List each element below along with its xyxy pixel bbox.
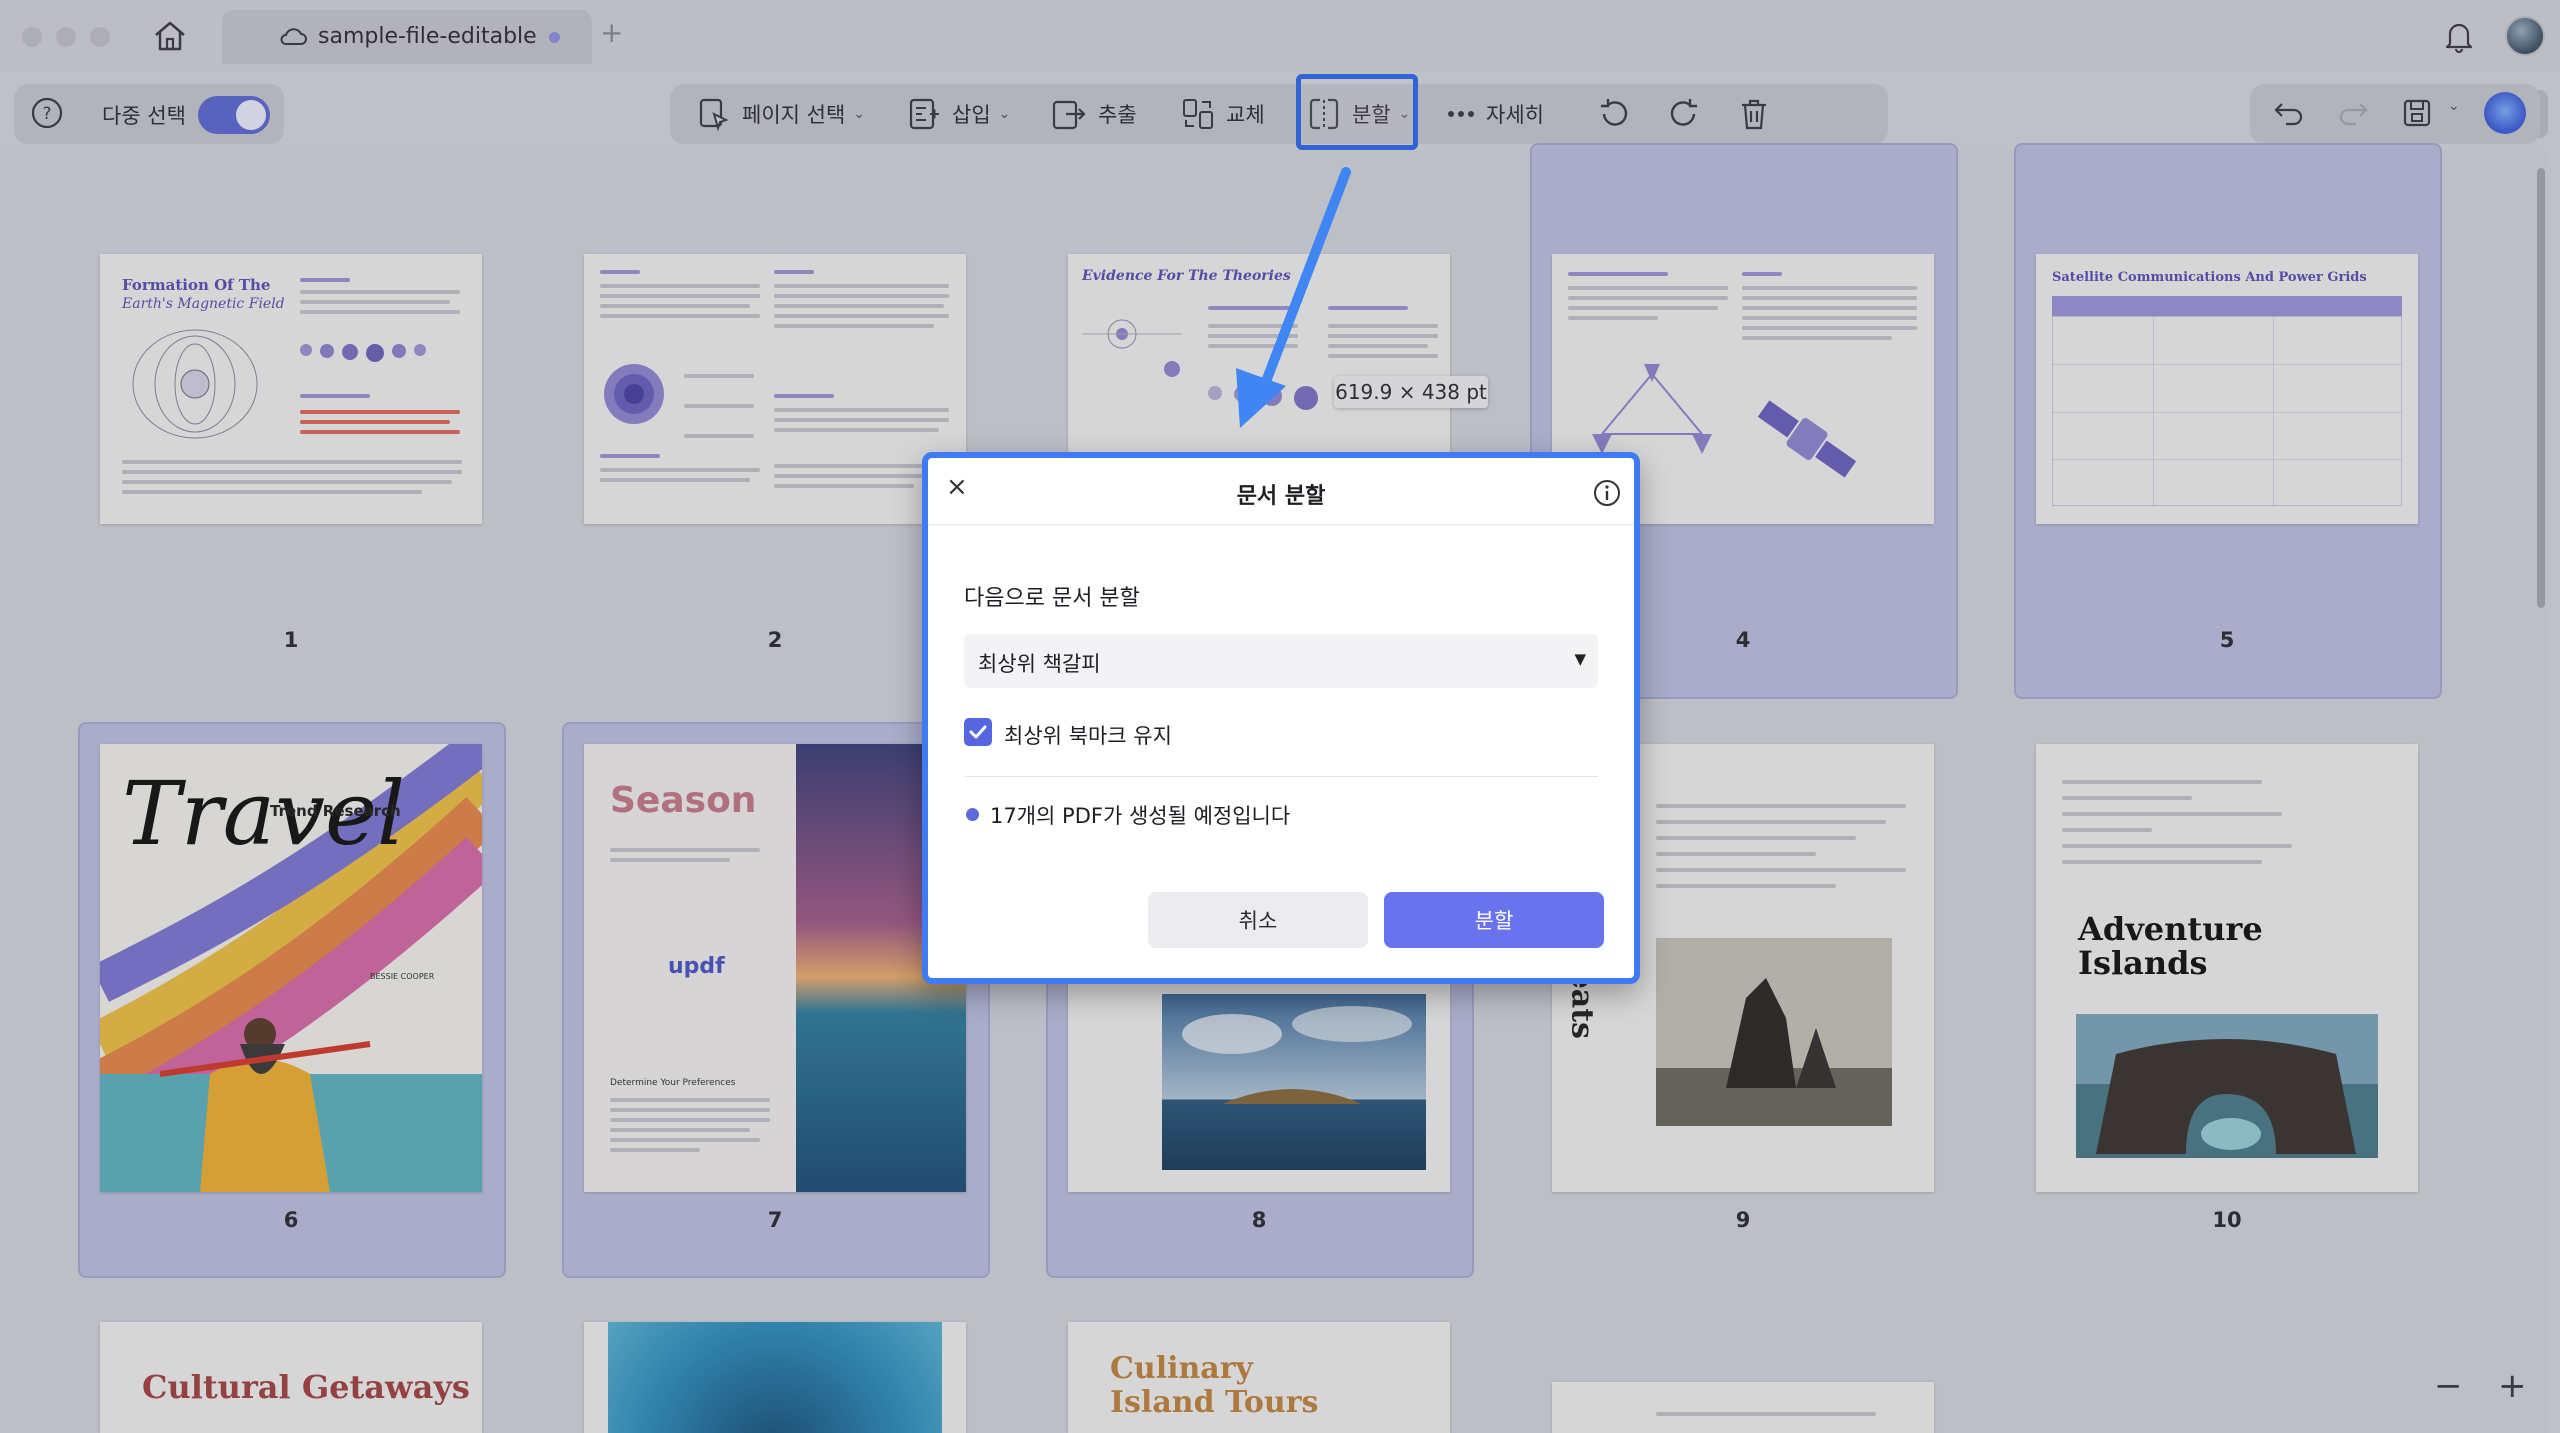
keep-bookmark-checkbox[interactable] [964,718,992,746]
dialog-divider [928,524,1634,525]
info-icon[interactable] [1592,478,1622,508]
split-by-label: 다음으로 문서 분할 [964,586,1140,611]
checkmark-icon [969,725,987,739]
dropdown-arrow-icon: ▼ [1574,650,1586,668]
split-method-value: 최상위 책갈피 [978,652,1101,676]
split-method-select[interactable]: 최상위 책갈피 ▼ [964,634,1598,688]
split-document-dialog: × 문서 분할 다음으로 문서 분할 최상위 책갈피 ▼ 최상위 북마크 유지 … [922,452,1640,984]
pdf-count-info: 17개의 PDF가 생성될 예정입니다 [990,804,1291,828]
cancel-button[interactable]: 취소 [1148,892,1368,948]
dialog-divider [964,776,1598,777]
dialog-title: 문서 분할 [1236,484,1326,509]
keep-bookmark-label[interactable]: 최상위 북마크 유지 [1004,720,1172,750]
split-confirm-button[interactable]: 분할 [1384,892,1604,948]
info-bullet-icon [966,808,979,821]
